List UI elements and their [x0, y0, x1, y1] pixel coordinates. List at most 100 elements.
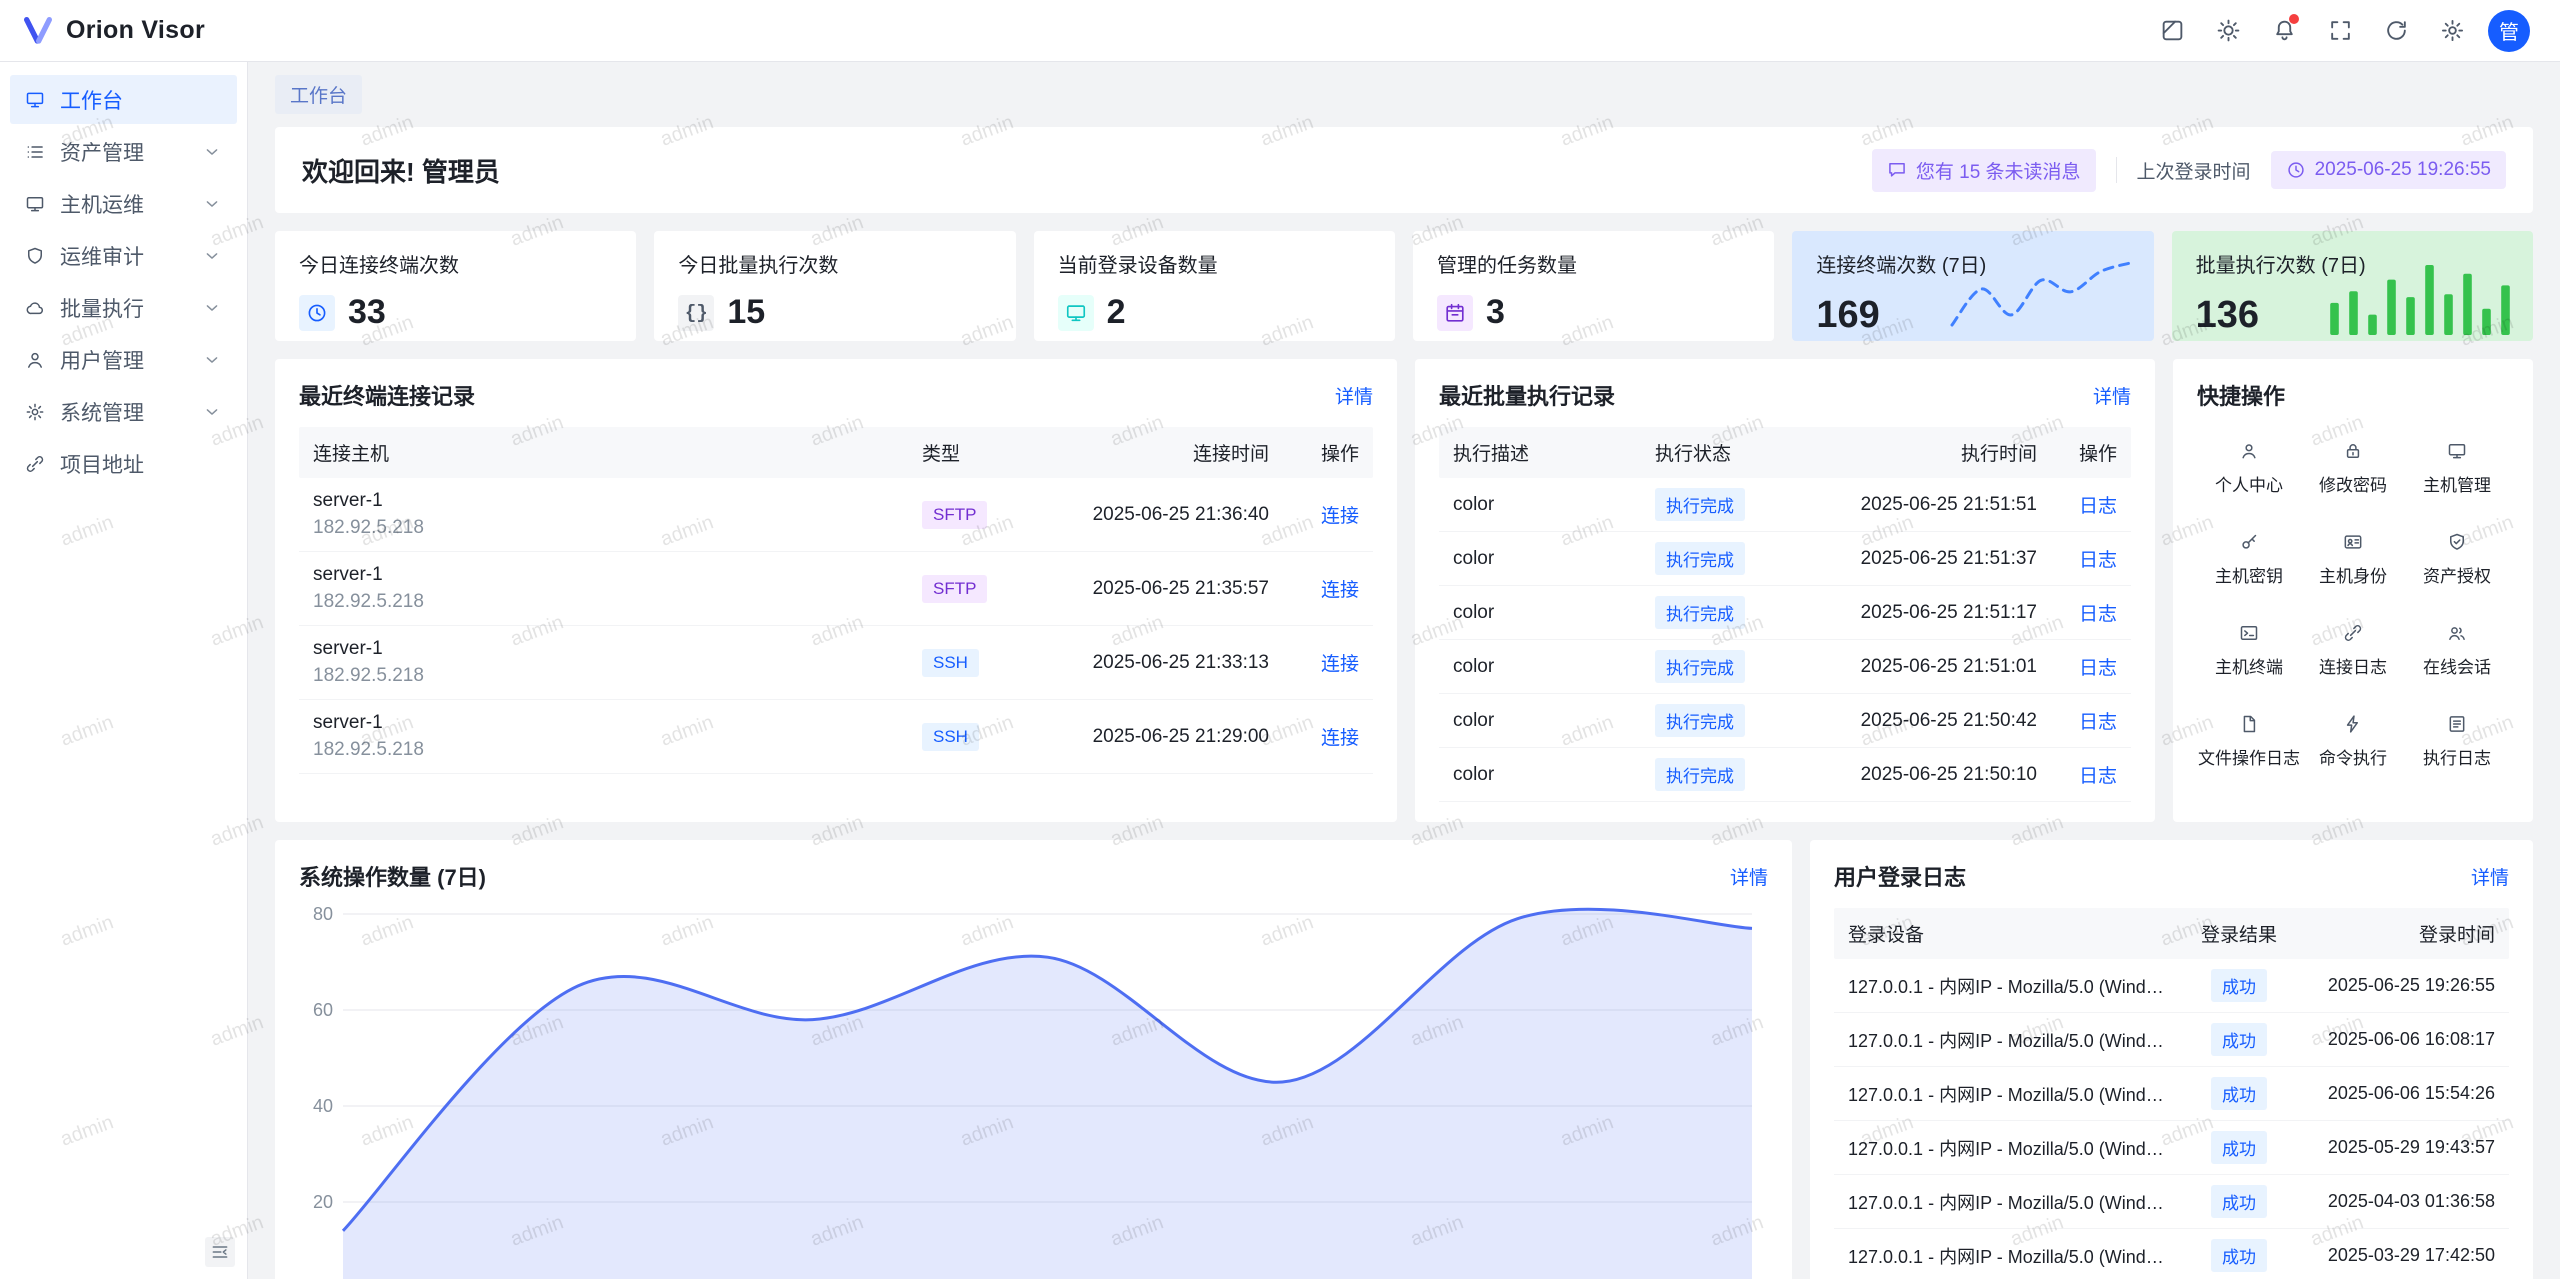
avatar[interactable]: 管	[2488, 10, 2530, 52]
stat-card-exec-today: 今日批量执行次数 {}15	[654, 231, 1015, 341]
exec-time: 2025-06-25 21:51:51	[1801, 484, 2051, 526]
exec-status-tag: 执行完成	[1655, 542, 1745, 575]
theme-icon[interactable]	[2152, 11, 2192, 51]
chevron-down-icon	[202, 350, 222, 370]
last-login-label: 上次登录时间	[2137, 157, 2251, 184]
system-chart-detail-link[interactable]: 详情	[1730, 863, 1768, 890]
log-link[interactable]: 日志	[2079, 604, 2117, 625]
monitor-icon	[2447, 441, 2467, 461]
brightness-icon[interactable]	[2208, 11, 2248, 51]
sidebar-collapse-button[interactable]	[205, 1237, 235, 1267]
bolt-icon	[2343, 714, 2363, 734]
panel-title: 最近终端连接记录	[299, 379, 475, 411]
connect-link[interactable]: 连接	[1321, 580, 1359, 601]
exec-desc: color	[1439, 700, 1641, 742]
login-result-tag: 成功	[2211, 1185, 2267, 1218]
quick-action-label: 主机管理	[2423, 471, 2491, 496]
system-operations-chart: 0204060802025-06-192025-06-202025-06-212…	[299, 902, 1768, 1279]
settings-icon[interactable]	[2432, 11, 2472, 51]
fullscreen-icon[interactable]	[2320, 11, 2360, 51]
batch-cloud-icon	[25, 298, 45, 318]
quick-action-label: 连接日志	[2319, 653, 2387, 678]
log-link[interactable]: 日志	[2079, 496, 2117, 517]
connect-link[interactable]: 连接	[1321, 506, 1359, 527]
table-row: 127.0.0.1 - 内网IP - Mozilla/5.0 (Windows …	[1834, 959, 2509, 1013]
sidebar-item[interactable]: 项目地址	[10, 439, 237, 488]
terminal-icon	[2239, 623, 2259, 643]
quick-action-item[interactable]: 命令执行	[2301, 714, 2405, 769]
quick-action-label: 文件操作日志	[2198, 744, 2300, 769]
exec-detail-link[interactable]: 详情	[2093, 382, 2131, 409]
table-row: 127.0.0.1 - 内网IP - Mozilla/5.0 (Windows …	[1834, 1067, 2509, 1121]
quick-action-item[interactable]: 执行日志	[2405, 714, 2509, 769]
connections-detail-link[interactable]: 详情	[1335, 382, 1373, 409]
chevron-down-icon	[202, 402, 222, 422]
login-device: 127.0.0.1 - 内网IP - Mozilla/5.0 (Windows …	[1834, 1071, 2184, 1117]
top-bar: Orion Visor 管	[0, 0, 2560, 62]
exec-desc: color	[1439, 646, 1641, 688]
login-result-tag: 成功	[2211, 1077, 2267, 1110]
quick-action-item[interactable]: 主机身份	[2301, 532, 2405, 587]
login-logs-panel: 用户登录日志 详情 登录设备 登录结果 登录时间 127.0.0.1 - 内网I…	[1810, 840, 2533, 1279]
quick-action-item[interactable]: 在线会话	[2405, 623, 2509, 678]
exec-status-tag: 执行完成	[1655, 704, 1745, 737]
system-gear-icon	[25, 402, 45, 422]
app-title: Orion Visor	[66, 16, 205, 45]
sidebar-item[interactable]: 用户管理	[10, 335, 237, 384]
dashboard-icon	[25, 90, 45, 110]
quick-action-item[interactable]: 连接日志	[2301, 623, 2405, 678]
breadcrumb-item[interactable]: 工作台	[275, 75, 362, 114]
sidebar-item[interactable]: 运维审计	[10, 231, 237, 280]
chevron-down-icon	[202, 194, 222, 214]
divider	[2116, 157, 2117, 183]
sidebar-item[interactable]: 工作台	[10, 75, 237, 124]
stat-card-terminal-today: 今日连接终端次数 33	[275, 231, 636, 341]
quick-action-item[interactable]: 文件操作日志	[2197, 714, 2301, 769]
log-link[interactable]: 日志	[2079, 766, 2117, 787]
exec-bars-sparkline	[2325, 257, 2515, 335]
log-link[interactable]: 日志	[2079, 550, 2117, 571]
login-logs-detail-link[interactable]: 详情	[2471, 863, 2509, 890]
refresh-icon[interactable]	[2376, 11, 2416, 51]
quick-action-label: 资产授权	[2423, 562, 2491, 587]
clock-icon	[2286, 160, 2306, 180]
connect-link[interactable]: 连接	[1321, 728, 1359, 749]
sidebar-item[interactable]: 系统管理	[10, 387, 237, 436]
quick-action-item[interactable]: 个人中心	[2197, 441, 2301, 496]
system-operations-panel: 系统操作数量 (7日) 详情 0204060802025-06-192025-0…	[275, 840, 1792, 1279]
login-time: 2025-06-06 15:54:26	[2294, 1073, 2509, 1114]
notification-icon[interactable]	[2264, 11, 2304, 51]
asset-list-icon	[25, 142, 45, 162]
log-link[interactable]: 日志	[2079, 658, 2117, 679]
quick-action-item[interactable]: 主机管理	[2405, 441, 2509, 496]
quick-action-item[interactable]: 资产授权	[2405, 532, 2509, 587]
monitor-icon	[1058, 295, 1094, 331]
login-result-tag: 成功	[2211, 969, 2267, 1002]
table-row: color 执行完成 2025-06-25 21:51:01 日志	[1439, 640, 2131, 694]
stat-card-terminal-7d: 连接终端次数 (7日) 169	[1792, 231, 2153, 341]
quick-action-label: 在线会话	[2423, 653, 2491, 678]
notification-unread-dot	[2289, 14, 2299, 24]
quick-action-item[interactable]: 主机密钥	[2197, 532, 2301, 587]
unread-messages-badge[interactable]: 您有 15 条未读消息	[1872, 149, 2096, 192]
sidebar-item[interactable]: 批量执行	[10, 283, 237, 332]
main-content: 工作台 欢迎回来! 管理员 您有 15 条未读消息 上次登录时间 2025-06…	[248, 62, 2560, 1279]
stat-card-exec-7d: 批量执行次数 (7日) 136	[2172, 231, 2533, 341]
sidebar-item[interactable]: 资产管理	[10, 127, 237, 176]
quick-action-item[interactable]: 修改密码	[2301, 441, 2405, 496]
clock-icon	[299, 295, 335, 331]
id-card-icon	[2343, 532, 2363, 552]
shield-check-icon	[2447, 532, 2467, 552]
connect-link[interactable]: 连接	[1321, 654, 1359, 675]
user-manage-icon	[25, 350, 45, 370]
link-icon	[2343, 623, 2363, 643]
sidebar-item[interactable]: 主机运维	[10, 179, 237, 228]
svg-text:40: 40	[313, 1096, 333, 1116]
log-link[interactable]: 日志	[2079, 712, 2117, 733]
quick-action-item[interactable]: 主机终端	[2197, 623, 2301, 678]
host-ip: 182.92.5.218	[313, 665, 894, 687]
svg-text:80: 80	[313, 904, 333, 924]
host-monitor-icon	[25, 194, 45, 214]
user-icon	[2239, 441, 2259, 461]
login-time: 2025-05-29 19:43:57	[2294, 1127, 2509, 1168]
